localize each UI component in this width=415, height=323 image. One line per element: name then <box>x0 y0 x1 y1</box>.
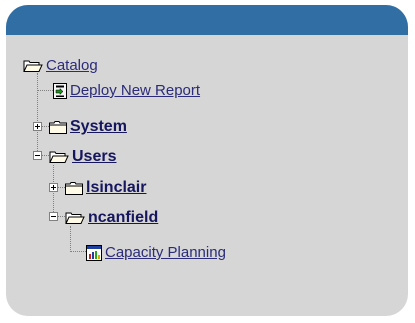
tree-node-users[interactable]: Users <box>49 147 116 167</box>
tree-node-deploy-new-report[interactable]: Deploy New Report <box>53 81 200 101</box>
deploy-report-icon <box>53 83 67 99</box>
tree-line <box>37 90 53 91</box>
catalog-panel: Catalog Deploy New Report System Users l… <box>6 5 408 316</box>
tree-node-label[interactable]: Capacity Planning <box>105 244 226 262</box>
tree-node-label[interactable]: Catalog <box>46 57 98 75</box>
tree-line <box>70 251 86 252</box>
folder-open-icon <box>49 150 69 164</box>
tree-node-catalog[interactable]: Catalog <box>23 56 98 76</box>
collapse-minus-icon[interactable] <box>33 151 42 160</box>
collapse-minus-icon[interactable] <box>49 212 58 221</box>
tree-node-capacity-planning[interactable]: Capacity Planning <box>86 243 226 263</box>
tree-node-lsinclair[interactable]: lsinclair <box>65 178 146 198</box>
tree-node-label[interactable]: lsinclair <box>86 179 146 197</box>
tree-node-label[interactable]: System <box>70 118 127 136</box>
folder-closed-icon <box>65 181 83 195</box>
tree-line <box>70 226 71 252</box>
catalog-tree: Catalog Deploy New Report System Users l… <box>6 5 408 316</box>
folder-open-icon <box>23 59 43 73</box>
folder-open-icon <box>65 211 85 225</box>
report-icon <box>86 245 102 261</box>
tree-node-label[interactable]: Users <box>72 148 116 166</box>
tree-line <box>37 73 38 155</box>
tree-node-label[interactable]: Deploy New Report <box>70 82 200 100</box>
tree-node-system[interactable]: System <box>49 117 127 137</box>
folder-closed-icon <box>49 120 67 134</box>
tree-node-label[interactable]: ncanfield <box>88 209 158 227</box>
expand-plus-icon[interactable] <box>33 122 42 131</box>
tree-node-ncanfield[interactable]: ncanfield <box>65 208 158 228</box>
expand-plus-icon[interactable] <box>49 183 58 192</box>
